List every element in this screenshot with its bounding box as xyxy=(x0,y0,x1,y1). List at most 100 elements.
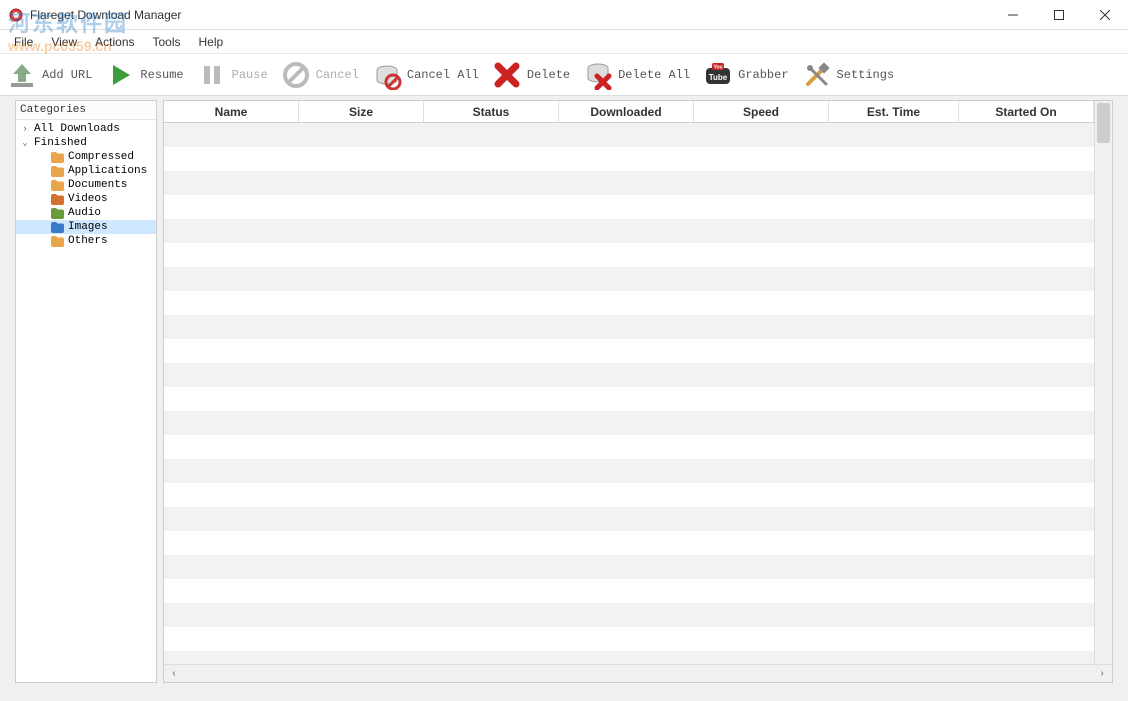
column-status[interactable]: Status xyxy=(424,101,559,122)
table-cell xyxy=(559,387,694,411)
table-row[interactable] xyxy=(164,651,1094,664)
vertical-scrollbar[interactable] xyxy=(1094,101,1112,664)
table-row[interactable] xyxy=(164,435,1094,459)
column-name[interactable]: Name xyxy=(164,101,299,122)
grabber-button[interactable]: TubeYou Grabber xyxy=(700,57,798,93)
table-cell xyxy=(829,363,959,387)
table-cell xyxy=(164,195,299,219)
table-row[interactable] xyxy=(164,387,1094,411)
table-cell xyxy=(299,555,424,579)
svg-text:Tube: Tube xyxy=(709,73,728,82)
table-row[interactable] xyxy=(164,315,1094,339)
table-row[interactable] xyxy=(164,459,1094,483)
table-row[interactable] xyxy=(164,411,1094,435)
tree-item-label: Audio xyxy=(68,207,101,219)
table-cell xyxy=(694,339,829,363)
scrollbar-thumb[interactable] xyxy=(1097,103,1110,143)
tree-item-documents[interactable]: Documents xyxy=(16,178,156,192)
tree-item-videos[interactable]: Videos xyxy=(16,192,156,206)
column-downloaded[interactable]: Downloaded xyxy=(559,101,694,122)
resume-button[interactable]: Resume xyxy=(102,57,193,93)
table-cell xyxy=(959,363,1094,387)
maximize-button[interactable] xyxy=(1036,0,1082,29)
table-row[interactable] xyxy=(164,147,1094,171)
table-cell xyxy=(694,195,829,219)
add-url-button[interactable]: Add URL xyxy=(4,57,102,93)
table-cell xyxy=(164,147,299,171)
svg-text:You: You xyxy=(714,64,723,70)
tree-item-audio[interactable]: Audio xyxy=(16,206,156,220)
folder-icon xyxy=(50,165,64,177)
tree-finished[interactable]: ⌄ Finished xyxy=(16,136,156,150)
table-row[interactable] xyxy=(164,243,1094,267)
delete-all-icon xyxy=(582,59,614,91)
tree-item-others[interactable]: Others xyxy=(16,234,156,248)
table-row[interactable] xyxy=(164,555,1094,579)
tree-item-images[interactable]: Images xyxy=(16,220,156,234)
table-cell xyxy=(424,339,559,363)
table-cell xyxy=(959,483,1094,507)
table-cell xyxy=(694,579,829,603)
table-cell xyxy=(959,411,1094,435)
menu-help[interactable]: Help xyxy=(191,32,232,52)
minimize-button[interactable] xyxy=(990,0,1036,29)
menu-tools[interactable]: Tools xyxy=(145,32,189,52)
table-cell xyxy=(164,555,299,579)
table-row[interactable] xyxy=(164,507,1094,531)
table-row[interactable] xyxy=(164,363,1094,387)
table-row[interactable] xyxy=(164,219,1094,243)
folder-icon xyxy=(50,235,64,247)
table-row[interactable] xyxy=(164,171,1094,195)
menu-view[interactable]: View xyxy=(43,32,85,52)
table-cell xyxy=(959,219,1094,243)
table-row[interactable] xyxy=(164,627,1094,651)
table-row[interactable] xyxy=(164,195,1094,219)
table-cell xyxy=(829,267,959,291)
pause-button[interactable]: Pause xyxy=(194,57,278,93)
column-size[interactable]: Size xyxy=(299,101,424,122)
column-speed[interactable]: Speed xyxy=(694,101,829,122)
table-row[interactable] xyxy=(164,123,1094,147)
table-cell xyxy=(424,219,559,243)
tree-item-compressed[interactable]: Compressed xyxy=(16,150,156,164)
table-cell xyxy=(829,483,959,507)
scroll-left-arrow[interactable]: ‹ xyxy=(166,668,182,679)
tree-item-label: Others xyxy=(68,235,108,247)
delete-all-button[interactable]: Delete All xyxy=(580,57,700,93)
settings-button[interactable]: Settings xyxy=(799,57,905,93)
table-cell xyxy=(829,411,959,435)
table-cell xyxy=(299,219,424,243)
tree-all-downloads[interactable]: › All Downloads xyxy=(16,122,156,136)
column-started-on[interactable]: Started On xyxy=(959,101,1094,122)
table-row[interactable] xyxy=(164,579,1094,603)
table-row[interactable] xyxy=(164,483,1094,507)
tree-item-applications[interactable]: Applications xyxy=(16,164,156,178)
menu-actions[interactable]: Actions xyxy=(87,32,142,52)
table-cell xyxy=(694,507,829,531)
cancel-button[interactable]: Cancel xyxy=(278,57,369,93)
chevron-down-icon: ⌄ xyxy=(20,138,30,148)
horizontal-scrollbar[interactable]: ‹ › xyxy=(164,664,1112,682)
close-button[interactable] xyxy=(1082,0,1128,29)
delete-button[interactable]: Delete xyxy=(489,57,580,93)
table-row[interactable] xyxy=(164,291,1094,315)
table-row[interactable] xyxy=(164,267,1094,291)
scroll-right-arrow[interactable]: › xyxy=(1094,668,1110,679)
window-controls xyxy=(990,0,1128,29)
table-row[interactable] xyxy=(164,531,1094,555)
menu-bar: File View Actions Tools Help xyxy=(0,30,1128,54)
table-cell xyxy=(164,219,299,243)
table-cell xyxy=(299,411,424,435)
table-row[interactable] xyxy=(164,339,1094,363)
table-cell xyxy=(829,243,959,267)
table-cell xyxy=(959,195,1094,219)
cancel-all-button[interactable]: Cancel All xyxy=(369,57,489,93)
table-cell xyxy=(959,459,1094,483)
table-cell xyxy=(299,531,424,555)
table-row[interactable] xyxy=(164,603,1094,627)
chevron-right-icon: › xyxy=(20,124,30,134)
column-est-time[interactable]: Est. Time xyxy=(829,101,959,122)
menu-file[interactable]: File xyxy=(6,32,41,52)
table-cell xyxy=(829,339,959,363)
pause-icon xyxy=(196,59,228,91)
